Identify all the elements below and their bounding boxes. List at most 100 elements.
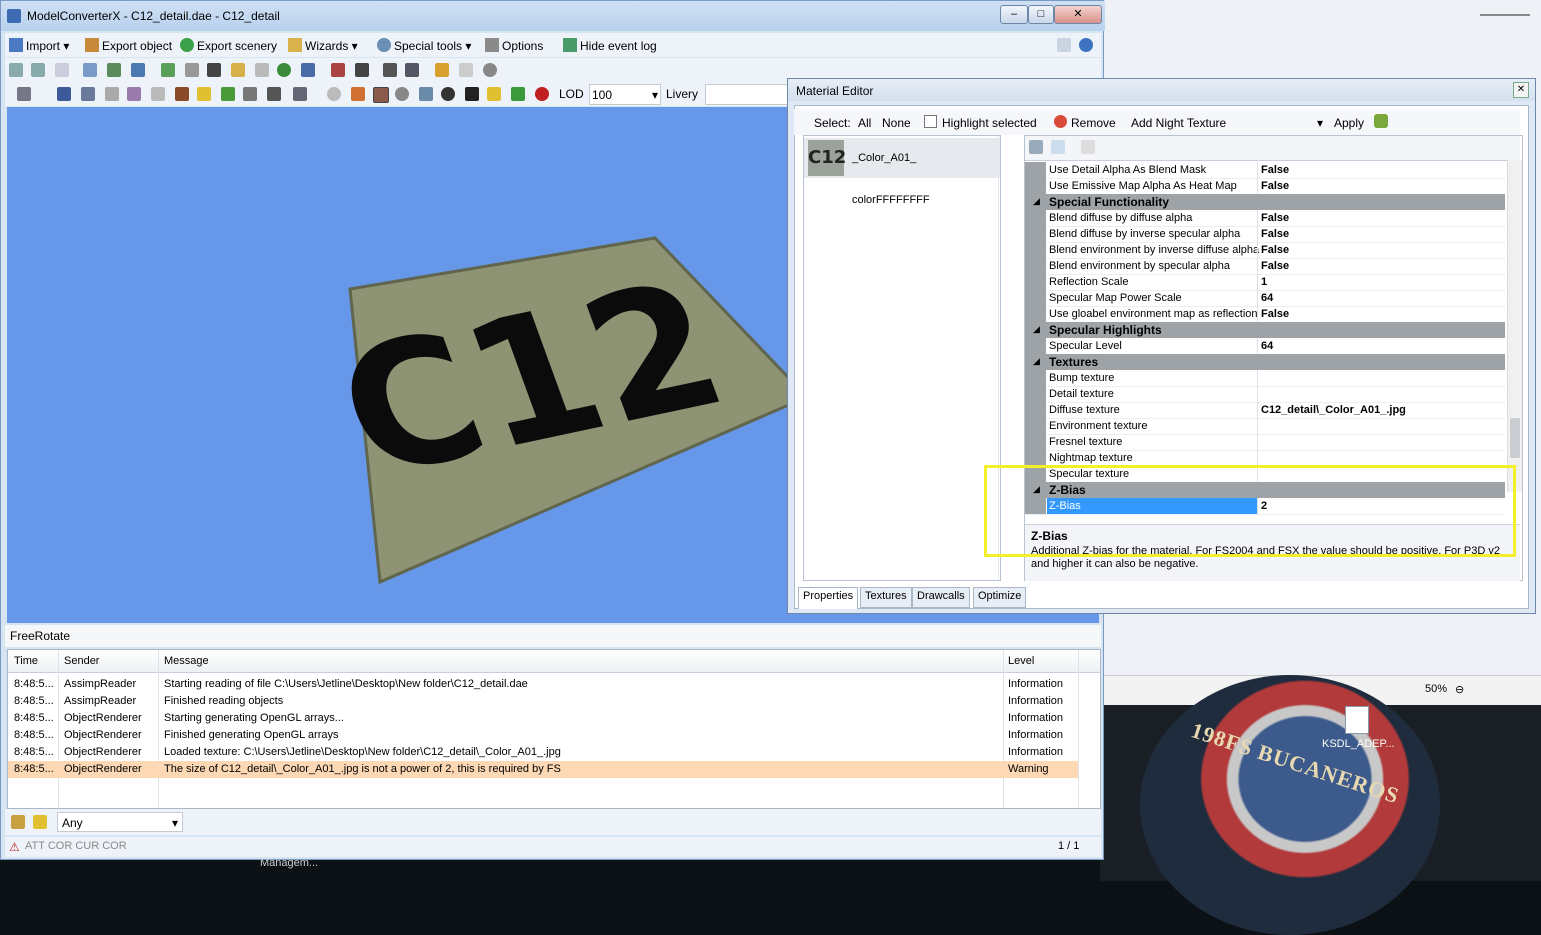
collapse-icon[interactable]: ◢ [1033, 356, 1040, 367]
property-row[interactable]: Specular Map Power Scale 64 [1025, 290, 1505, 307]
export-icon[interactable] [301, 63, 315, 77]
export-object-button[interactable]: Export object [85, 38, 172, 53]
list-icon[interactable] [185, 63, 199, 77]
folder-icon[interactable] [231, 63, 245, 77]
terrain-icon[interactable] [221, 87, 235, 101]
skeleton-icon[interactable] [419, 87, 433, 101]
material-list[interactable]: C12 _Color_A01_ colorFFFFFFFF [803, 135, 1001, 581]
table-row[interactable]: 8:48:5... ObjectRenderer Loaded texture: C… [8, 744, 1078, 761]
property-row[interactable]: Blend diffuse by diffuse alpha False [1025, 210, 1505, 227]
property-value[interactable]: 1 [1261, 276, 1267, 288]
list-item[interactable]: colorFFFFFFFF [804, 180, 1000, 220]
property-row[interactable]: Detail texture [1025, 386, 1505, 403]
cube-icon[interactable] [151, 87, 165, 101]
clock-icon[interactable] [483, 63, 497, 77]
back-arrow-icon[interactable] [9, 63, 23, 77]
remove-icon[interactable] [1054, 115, 1067, 128]
edit-icon[interactable] [11, 815, 25, 829]
camera-icon[interactable] [293, 87, 307, 101]
tab-optimize[interactable]: Optimize [973, 587, 1027, 608]
property-row[interactable]: Blend environment by specular alpha False [1025, 258, 1505, 275]
property-value[interactable]: False [1261, 164, 1289, 176]
zoom-slider[interactable] [1480, 14, 1530, 16]
property-row[interactable]: Use gloabel environment map as reflectio… [1025, 306, 1505, 323]
remove-button[interactable]: Remove [1071, 116, 1116, 130]
fit-view-icon[interactable] [17, 87, 31, 101]
hierarchy-icon[interactable] [131, 63, 145, 77]
ripple-icon[interactable] [127, 87, 141, 101]
column-message[interactable]: Message [164, 655, 209, 667]
property-value[interactable]: C12_detail\_Color_A01_.jpg [1261, 404, 1406, 416]
collapse-icon[interactable]: ◢ [1033, 324, 1040, 335]
property-row[interactable]: Use Emissive Map Alpha As Heat Map False [1025, 178, 1505, 195]
plane-icon[interactable] [267, 87, 281, 101]
close-button[interactable]: ✕ [1054, 5, 1102, 24]
sort-alpha-icon[interactable] [1051, 140, 1065, 154]
forward-arrow-icon[interactable] [31, 63, 45, 77]
material-editor-close-button[interactable]: ✕ [1513, 82, 1529, 98]
tab-drawcalls[interactable]: Drawcalls [912, 587, 970, 608]
material-icon[interactable] [373, 87, 389, 103]
add-night-texture-select[interactable]: Add Night Texture [1131, 116, 1226, 130]
minimize-button[interactable]: ‒ [1000, 5, 1028, 24]
brick-icon[interactable] [175, 87, 189, 101]
select-all-button[interactable]: All [858, 116, 871, 130]
property-category[interactable]: ◢ Special Functionality [1025, 194, 1505, 210]
property-value[interactable]: False [1261, 244, 1289, 256]
sphere-icon[interactable] [327, 87, 341, 101]
table-row[interactable]: 8:48:5... AssimpReader Finished reading ob… [8, 693, 1078, 710]
tab-properties[interactable]: Properties [798, 587, 859, 609]
texture-icon[interactable] [197, 87, 211, 101]
collapse-icon[interactable]: ◢ [1033, 196, 1040, 207]
table-row[interactable]: 8:48:5... AssimpReader Starting reading of… [8, 676, 1078, 693]
highlight-selected-checkbox[interactable] [924, 115, 937, 128]
person-icon[interactable] [355, 63, 369, 77]
bomb-icon[interactable] [465, 87, 479, 101]
scroll-thumb[interactable] [1510, 418, 1520, 458]
level-filter-select[interactable]: Any ▾ [57, 812, 183, 832]
column-sender[interactable]: Sender [64, 655, 99, 667]
page-icon[interactable] [55, 63, 69, 77]
bone-icon[interactable] [243, 87, 257, 101]
chevron-down-icon[interactable]: ▾ [1317, 116, 1323, 130]
grid-icon[interactable] [161, 63, 175, 77]
help-icon[interactable] [1079, 38, 1093, 52]
property-row[interactable]: Reflection Scale 1 [1025, 274, 1505, 291]
select-none-button[interactable]: None [882, 116, 911, 130]
hide-event-log-button[interactable]: Hide event log [563, 38, 657, 53]
redo-icon[interactable] [459, 63, 473, 77]
pin-icon[interactable] [107, 63, 121, 77]
property-row[interactable]: Fresnel texture [1025, 434, 1505, 451]
property-category[interactable]: ◢ Specular Highlights [1025, 322, 1505, 338]
maximize-button[interactable]: □ [1028, 5, 1054, 24]
column-time[interactable]: Time [14, 655, 38, 667]
attach-icon[interactable] [105, 87, 119, 101]
screen-icon[interactable] [383, 63, 397, 77]
axis-icon[interactable] [81, 87, 95, 101]
column-level[interactable]: Level [1008, 655, 1034, 667]
property-value[interactable]: False [1261, 260, 1289, 272]
options-button[interactable]: Options [485, 38, 543, 53]
ball-icon[interactable] [441, 87, 455, 101]
property-value[interactable]: False [1261, 180, 1289, 192]
event-log-table[interactable]: Time Sender Message Level 8:48:5... Assim… [7, 649, 1101, 809]
broom-icon[interactable] [33, 815, 47, 829]
table-row[interactable]: 8:48:5... ObjectRenderer Finished generati… [8, 727, 1078, 744]
property-row[interactable]: Environment texture [1025, 418, 1505, 435]
import-button[interactable]: Import ▾ [9, 38, 69, 53]
property-value[interactable]: 64 [1261, 292, 1273, 304]
film-icon[interactable] [207, 63, 221, 77]
property-value[interactable]: False [1261, 228, 1289, 240]
property-row[interactable]: Blend environment by inverse diffuse alp… [1025, 242, 1505, 259]
lod-select[interactable]: 100 ▾ [589, 84, 661, 105]
property-value[interactable]: 64 [1261, 340, 1273, 352]
property-row[interactable]: Use Detail Alpha As Blend Mask False [1025, 162, 1505, 179]
property-category[interactable]: ◢ Textures [1025, 354, 1505, 370]
color-cube-icon[interactable] [351, 87, 365, 101]
puzzle-icon[interactable] [1374, 114, 1388, 128]
bug-icon[interactable] [535, 87, 549, 101]
property-row[interactable]: Specular Level 64 [1025, 338, 1505, 355]
categorized-icon[interactable] [1029, 140, 1043, 154]
zoom-out-icon[interactable]: ⊖ [1455, 683, 1464, 696]
livery-select[interactable] [705, 84, 792, 105]
